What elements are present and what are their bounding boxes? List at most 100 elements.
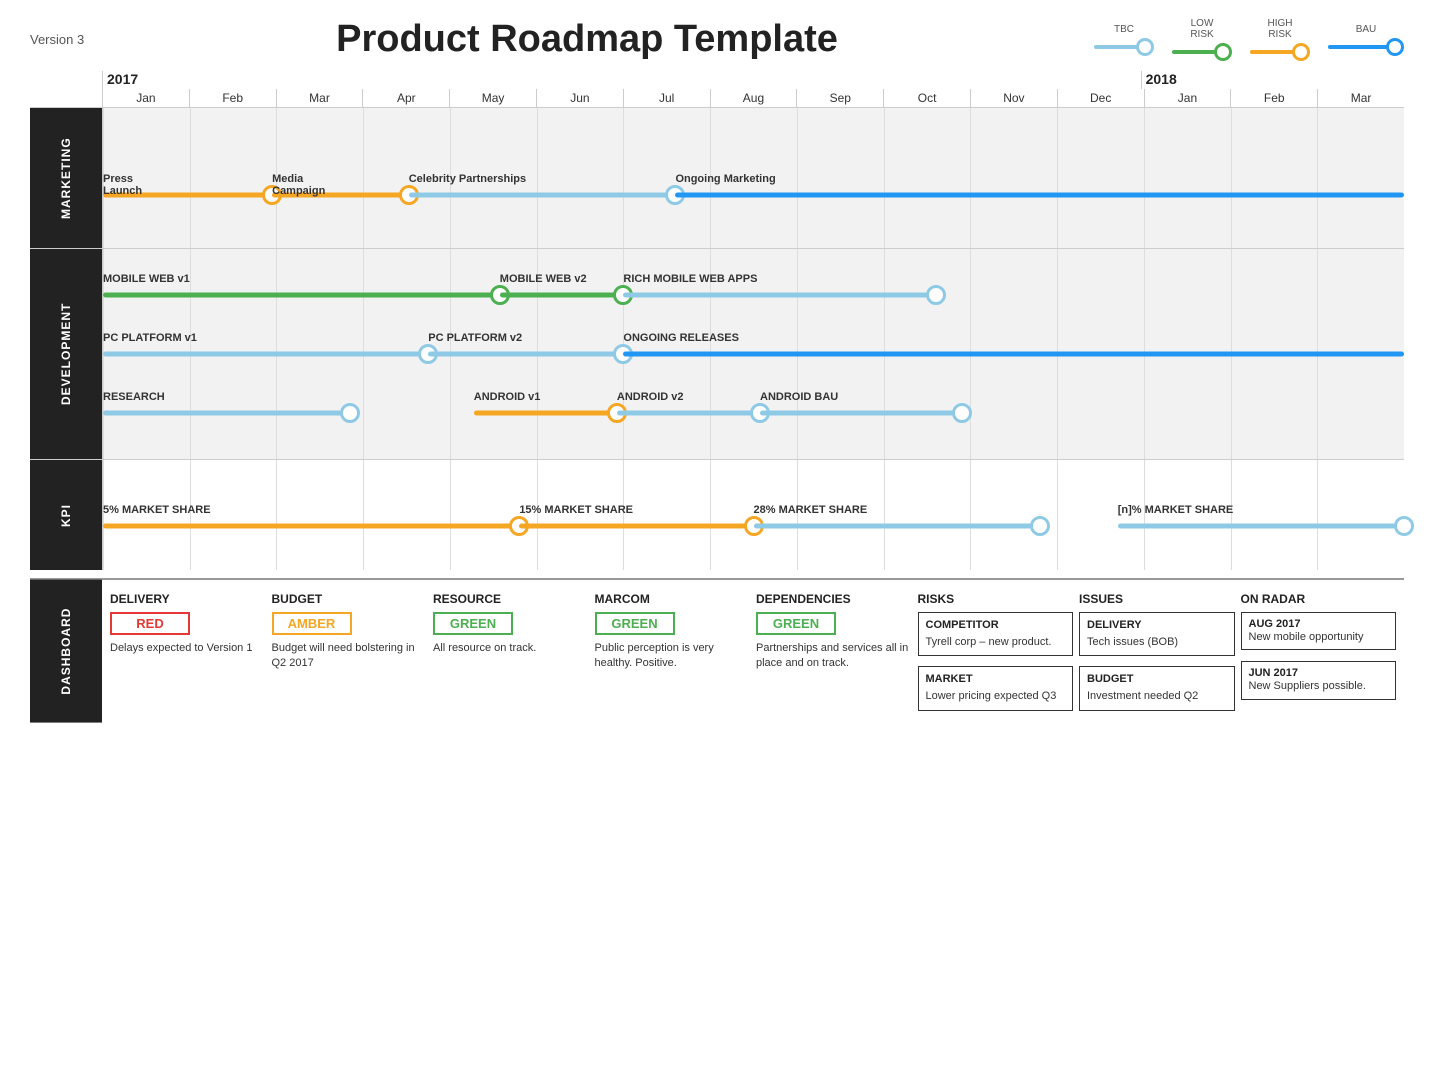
grid-col-14 bbox=[1317, 460, 1404, 570]
development-content: MOBILE WEB v1MOBILE WEB v2RICH MOBILE WE… bbox=[102, 249, 1404, 459]
track-line bbox=[474, 411, 617, 416]
dashboard-content: DELIVERY RED Delays expected to Version … bbox=[102, 580, 1404, 723]
track-label: 5% MARKET SHARE bbox=[103, 504, 211, 516]
page-title: Product Roadmap Template bbox=[110, 18, 1064, 61]
legend: TBC LOWRISK HIGHRISK bbox=[1064, 18, 1404, 61]
track-label: MOBILE WEB v2 bbox=[500, 273, 587, 285]
legend-high-risk-track bbox=[1250, 50, 1294, 54]
legend-low-risk-line bbox=[1172, 43, 1232, 61]
month-cell-mar: Mar bbox=[1317, 89, 1404, 107]
grid-col-5 bbox=[537, 108, 624, 248]
issues-title: ISSUES bbox=[1079, 592, 1235, 606]
track-label: MOBILE WEB v1 bbox=[103, 273, 190, 285]
month-cell-jun: Jun bbox=[536, 89, 623, 107]
legend-high-risk-line bbox=[1250, 43, 1310, 61]
track-label: MediaCampaign bbox=[272, 173, 325, 197]
track-line bbox=[623, 293, 935, 298]
track-line bbox=[760, 411, 962, 416]
on-radar-text-0: New mobile opportunity bbox=[1249, 630, 1389, 644]
track-dot bbox=[340, 403, 360, 423]
track-label: RESEARCH bbox=[103, 391, 165, 403]
month-cells: JanFebMarAprMayJunJulAugSepOctNovDecJanF… bbox=[102, 89, 1404, 107]
risks-title: RISKS bbox=[918, 592, 1074, 606]
track-label: 15% MARKET SHARE bbox=[519, 504, 633, 516]
year-2018-label: 2018 bbox=[1141, 71, 1404, 89]
month-cell-feb: Feb bbox=[189, 89, 276, 107]
track-line bbox=[754, 524, 1040, 529]
issue-item-0-title: DELIVERY bbox=[1087, 619, 1227, 631]
risk-item-1: MARKET Lower pricing expected Q3 bbox=[918, 666, 1074, 710]
on-radar-card: ON RADAR AUG 2017 New mobile opportunity… bbox=[1241, 592, 1397, 711]
grid-col-10 bbox=[970, 460, 1057, 570]
grid-col-9 bbox=[884, 108, 971, 248]
dependencies-text: Partnerships and services all in place a… bbox=[756, 641, 912, 672]
track-label: PC PLATFORM v1 bbox=[103, 332, 197, 344]
kpi-label: KPI bbox=[30, 460, 102, 570]
month-cell-sep: Sep bbox=[796, 89, 883, 107]
legend-high-risk-label: HIGHRISK bbox=[1268, 18, 1293, 40]
dependencies-title: DEPENDENCIES bbox=[756, 592, 912, 606]
track-label: 28% MARKET SHARE bbox=[754, 504, 868, 516]
dashboard-label: DASHBOARD bbox=[30, 580, 102, 723]
legend-bau-label: BAU bbox=[1356, 24, 1377, 35]
budget-title: BUDGET bbox=[272, 592, 428, 606]
months-header-wrapper: 2017 2018 JanFebMarAprMayJunJulAugSepOct… bbox=[102, 71, 1404, 107]
track-label: PressLaunch bbox=[103, 173, 142, 197]
budget-card: BUDGET AMBER Budget will need bolstering… bbox=[272, 592, 428, 711]
legend-low-risk-label: LOWRISK bbox=[1190, 18, 1213, 40]
track-label: Ongoing Marketing bbox=[675, 173, 775, 185]
track-line bbox=[103, 352, 428, 357]
issue-item-1-text: Investment needed Q2 bbox=[1087, 689, 1227, 703]
timeline: 2017 2018 JanFebMarAprMayJunJulAugSepOct… bbox=[30, 71, 1404, 570]
legend-tbc-circle bbox=[1136, 38, 1154, 56]
resource-card: RESOURCE GREEN All resource on track. bbox=[433, 592, 589, 711]
year-2017-label: 2017 bbox=[102, 71, 1141, 89]
track-line bbox=[428, 352, 623, 357]
risk-item-0-title: COMPETITOR bbox=[926, 619, 1066, 631]
legend-low-risk: LOWRISK bbox=[1172, 18, 1232, 61]
issue-item-1: BUDGET Investment needed Q2 bbox=[1079, 666, 1235, 710]
marketing-label: MARKETING bbox=[30, 108, 102, 248]
legend-low-risk-track bbox=[1172, 50, 1216, 54]
grid-col-13 bbox=[1231, 460, 1318, 570]
month-cell-jan: Jan bbox=[102, 89, 189, 107]
track-line bbox=[500, 293, 624, 298]
track-line bbox=[617, 411, 760, 416]
risk-item-0: COMPETITOR Tyrell corp – new product. bbox=[918, 612, 1074, 656]
legend-bau: BAU bbox=[1328, 24, 1404, 56]
marcom-card: MARCOM GREEN Public perception is very h… bbox=[595, 592, 751, 711]
on-radar-item-1: JUN 2017 New Suppliers possible. bbox=[1241, 661, 1397, 699]
legend-tbc-label: TBC bbox=[1114, 24, 1134, 35]
track-line bbox=[519, 524, 753, 529]
delivery-status: RED bbox=[110, 612, 190, 635]
legend-bau-line bbox=[1328, 38, 1404, 56]
track-label: ANDROID v2 bbox=[617, 391, 684, 403]
track-label: [n]% MARKET SHARE bbox=[1118, 504, 1234, 516]
marcom-text: Public perception is very healthy. Posit… bbox=[595, 641, 751, 672]
risks-card: RISKS COMPETITOR Tyrell corp – new produ… bbox=[918, 592, 1074, 711]
issue-item-1-title: BUDGET bbox=[1087, 673, 1227, 685]
on-radar-date-1: JUN 2017 bbox=[1249, 667, 1389, 679]
kpi-section: KPI 5% MARKET SHARE 15% MARKET SHARE 28% M… bbox=[30, 459, 1404, 570]
marketing-section: MARKETING PressLaunchMediaCampaignCelebr… bbox=[30, 107, 1404, 248]
on-radar-item-0: AUG 2017 New mobile opportunity bbox=[1241, 612, 1397, 650]
track-line bbox=[409, 193, 676, 198]
issue-item-0: DELIVERY Tech issues (BOB) bbox=[1079, 612, 1235, 656]
marcom-title: MARCOM bbox=[595, 592, 751, 606]
grid-col-8 bbox=[797, 108, 884, 248]
risk-item-1-title: MARKET bbox=[926, 673, 1066, 685]
legend-bau-track bbox=[1328, 45, 1388, 49]
month-cell-mar: Mar bbox=[276, 89, 363, 107]
months-header: 2017 2018 JanFebMarAprMayJunJulAugSepOct… bbox=[102, 71, 1404, 107]
version-label: Version 3 bbox=[30, 32, 110, 47]
track-line bbox=[623, 352, 1404, 357]
grid-col-1 bbox=[190, 108, 277, 248]
resource-title: RESOURCE bbox=[433, 592, 589, 606]
grid-col-6 bbox=[623, 460, 710, 570]
marketing-content: PressLaunchMediaCampaignCelebrity Partne… bbox=[102, 108, 1404, 248]
legend-high-risk-circle bbox=[1292, 43, 1310, 61]
track-label: ANDROID BAU bbox=[760, 391, 838, 403]
page: Version 3 Product Roadmap Template TBC L… bbox=[0, 0, 1434, 1080]
risk-item-0-text: Tyrell corp – new product. bbox=[926, 635, 1066, 649]
risk-item-1-text: Lower pricing expected Q3 bbox=[926, 689, 1066, 703]
